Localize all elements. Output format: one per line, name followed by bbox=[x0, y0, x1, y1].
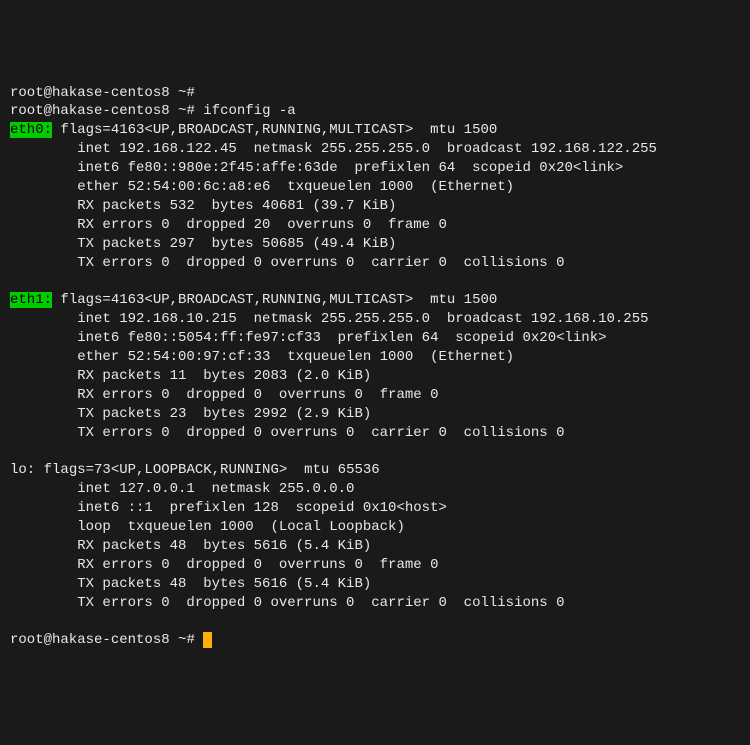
iface-name: eth0: bbox=[10, 122, 52, 138]
iface-flags: flags=4163<UP,BROADCAST,RUNNING,MULTICAS… bbox=[52, 122, 497, 138]
output-line: RX packets 48 bytes 5616 (5.4 KiB) bbox=[10, 537, 740, 556]
cursor bbox=[203, 632, 212, 648]
output-line: RX errors 0 dropped 0 overruns 0 frame 0 bbox=[10, 386, 740, 405]
iface-header: eth1: flags=4163<UP,BROADCAST,RUNNING,MU… bbox=[10, 291, 740, 310]
iface-flags: flags=4163<UP,BROADCAST,RUNNING,MULTICAS… bbox=[52, 292, 497, 308]
output-line: inet6 ::1 prefixlen 128 scopeid 0x10<hos… bbox=[10, 499, 740, 518]
iface-header: eth0: flags=4163<UP,BROADCAST,RUNNING,MU… bbox=[10, 121, 740, 140]
blank-line bbox=[10, 442, 740, 461]
iface-name: lo: bbox=[10, 462, 35, 478]
blank-line bbox=[10, 613, 740, 632]
iface-name: eth1: bbox=[10, 292, 52, 308]
output-line: TX packets 48 bytes 5616 (5.4 KiB) bbox=[10, 575, 740, 594]
output-line: TX errors 0 dropped 0 overruns 0 carrier… bbox=[10, 424, 740, 443]
iface-flags: flags=73<UP,LOOPBACK,RUNNING> mtu 65536 bbox=[35, 462, 379, 478]
output-line: ether 52:54:00:97:cf:33 txqueuelen 1000 … bbox=[10, 348, 740, 367]
output-line: inet 192.168.122.45 netmask 255.255.255.… bbox=[10, 140, 740, 159]
output-line: ether 52:54:00:6c:a8:e6 txqueuelen 1000 … bbox=[10, 178, 740, 197]
output-line: inet 127.0.0.1 netmask 255.0.0.0 bbox=[10, 480, 740, 499]
output-line: TX errors 0 dropped 0 overruns 0 carrier… bbox=[10, 254, 740, 273]
prompt-dir: ~ bbox=[178, 103, 186, 119]
command-text: ifconfig -a bbox=[203, 103, 295, 119]
output-line: TX packets 297 bytes 50685 (49.4 KiB) bbox=[10, 235, 740, 254]
output-line: TX errors 0 dropped 0 overruns 0 carrier… bbox=[10, 594, 740, 613]
output-line: RX packets 11 bytes 2083 (2.0 KiB) bbox=[10, 367, 740, 386]
prompt-line[interactable]: root@hakase-centos8 ~# bbox=[10, 631, 740, 650]
prompt-line: root@hakase-centos8 ~# bbox=[10, 84, 740, 103]
output-line: TX packets 23 bytes 2992 (2.9 KiB) bbox=[10, 405, 740, 424]
iface-header: lo: flags=73<UP,LOOPBACK,RUNNING> mtu 65… bbox=[10, 461, 740, 480]
output-line: inet6 fe80::980e:2f45:affe:63de prefixle… bbox=[10, 159, 740, 178]
output-line: loop txqueuelen 1000 (Local Loopback) bbox=[10, 518, 740, 537]
prompt-user-host: root@hakase-centos8 bbox=[10, 85, 170, 101]
output-line: RX packets 532 bytes 40681 (39.7 KiB) bbox=[10, 197, 740, 216]
output-line: RX errors 0 dropped 20 overruns 0 frame … bbox=[10, 216, 740, 235]
prompt-dir: ~ bbox=[178, 632, 186, 648]
output-line: inet 192.168.10.215 netmask 255.255.255.… bbox=[10, 310, 740, 329]
output-line: RX errors 0 dropped 0 overruns 0 frame 0 bbox=[10, 556, 740, 575]
output-line: inet6 fe80::5054:ff:fe97:cf33 prefixlen … bbox=[10, 329, 740, 348]
prompt-user-host: root@hakase-centos8 bbox=[10, 103, 170, 119]
prompt-dir: ~ bbox=[178, 85, 186, 101]
prompt-line: root@hakase-centos8 ~# ifconfig -a bbox=[10, 102, 740, 121]
blank-line bbox=[10, 272, 740, 291]
prompt-user-host: root@hakase-centos8 bbox=[10, 632, 170, 648]
